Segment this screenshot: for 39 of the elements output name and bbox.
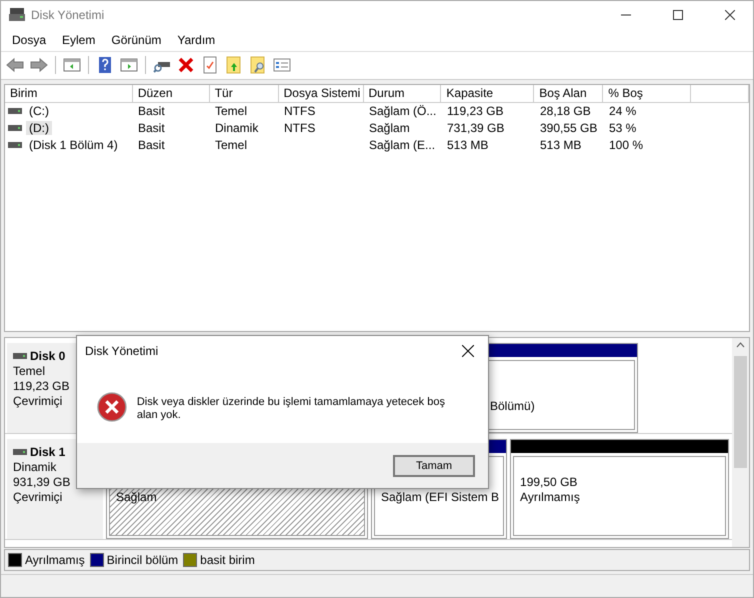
disk-name: Disk 1 [30, 444, 66, 460]
partition-text: Sağlam (EFI Sistem B [381, 490, 500, 505]
partition-text: 199,50 GB [520, 474, 578, 490]
table-cell: 119,23 GB [447, 104, 504, 118]
dialog-title: Disk Yönetimi [85, 344, 158, 358]
table-cell: 28,18 GB [540, 104, 591, 118]
table-cell: 390,55 GB [540, 121, 598, 136]
error-message: Disk veya diskler üzerinde bu işlemi tamamlamaya yetecek boş alan yok. [136, 395, 446, 422]
table-cell: Basit [138, 121, 165, 136]
partition-text: Bölümü) [490, 398, 536, 414]
disk-size: 119,23 GB [13, 378, 70, 394]
table-cell: 24 % [609, 104, 636, 118]
legend-label: basit birim [200, 553, 255, 568]
window-title: Disk Yönetimi [31, 8, 106, 22]
table-cell: 53 % [609, 121, 636, 136]
table-cell: Sağlam [369, 121, 410, 136]
disk-status: Çevrimiçi [13, 394, 64, 409]
table-cell: Basit [138, 104, 165, 118]
disk-status: Çevrimiçi [13, 490, 64, 505]
legend-label: Birincil bölüm [106, 553, 178, 568]
table-cell: 513 MB [540, 138, 582, 152]
disk-size: 931,39 GB [13, 474, 72, 490]
table-cell: 100 % [609, 138, 644, 152]
table-cell: NTFS [284, 121, 316, 136]
legend-label: Ayrılmamış [25, 553, 85, 568]
table-cell: NTFS [284, 104, 316, 118]
table-cell: Sağlam (E... [369, 138, 436, 152]
table-cell: 513 MB [447, 138, 488, 152]
table-cell: Temel [215, 138, 248, 152]
table-cell: Dinamik [215, 121, 258, 136]
table-cell: Basit [138, 138, 165, 152]
table-cell: Sağlam (Ö... [369, 104, 436, 118]
partition-text: Ayrılmamış [520, 490, 581, 505]
table-cell: Temel [215, 104, 248, 118]
disk-type: Dinamik [13, 460, 58, 475]
table-cell: 731,39 GB [447, 121, 504, 136]
partition-text: Sağlam [116, 490, 158, 505]
disk-type: Temel [13, 364, 46, 379]
disk-name: Disk 0 [30, 348, 66, 364]
